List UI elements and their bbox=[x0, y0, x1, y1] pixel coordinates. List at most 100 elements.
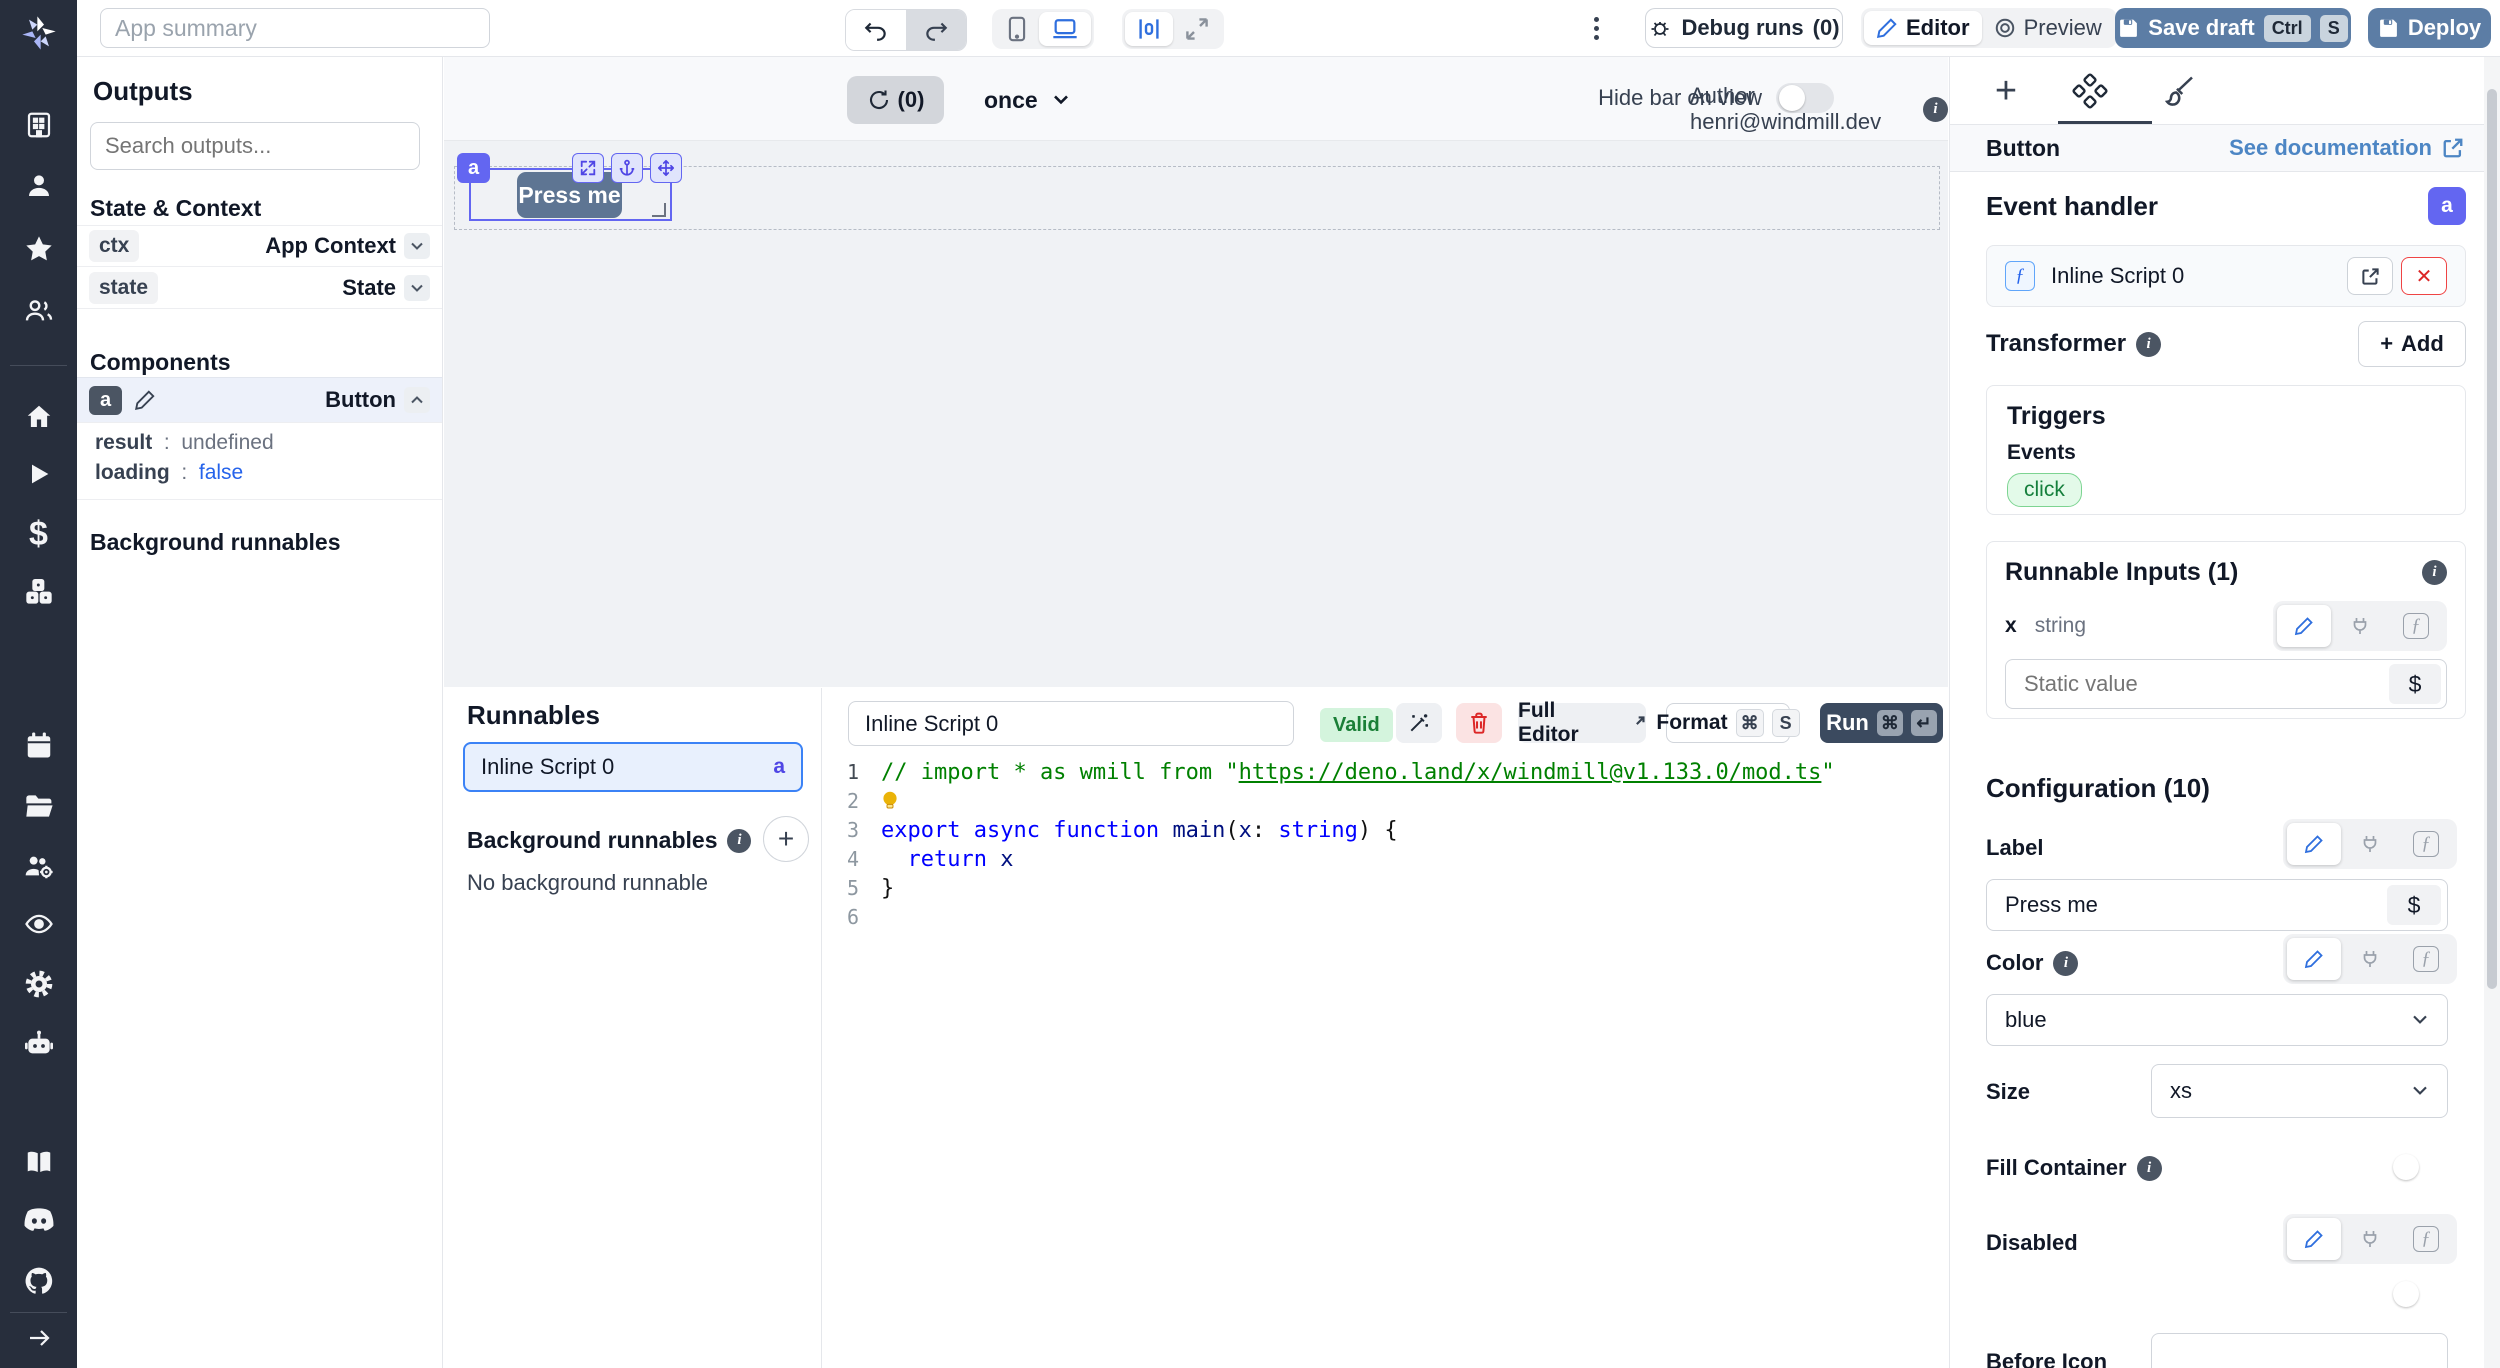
add-background-runnable-button[interactable]: + bbox=[763, 816, 809, 862]
github-icon[interactable] bbox=[0, 1265, 77, 1297]
schedules-calendar-icon[interactable] bbox=[0, 730, 77, 760]
user-icon[interactable] bbox=[0, 171, 77, 201]
move-component-icon[interactable] bbox=[650, 153, 682, 183]
static-value-field[interactable]: $ bbox=[2005, 659, 2447, 709]
inspector-scrollbar-thumb[interactable] bbox=[2487, 89, 2497, 989]
label-field[interactable]: $ bbox=[1986, 879, 2448, 931]
center-align-button[interactable] bbox=[1125, 12, 1173, 46]
expand-component-icon[interactable] bbox=[572, 153, 604, 183]
output-row-state[interactable]: state State bbox=[77, 267, 442, 309]
static-mode-pencil-icon[interactable] bbox=[2287, 938, 2341, 980]
tab-theme-brush-icon[interactable] bbox=[2162, 73, 2198, 109]
docs-book-icon[interactable] bbox=[0, 1147, 77, 1177]
members-icon[interactable] bbox=[0, 295, 77, 327]
code-editor[interactable]: 1// import * as wmill from "https://deno… bbox=[823, 758, 1948, 1368]
add-transformer-button[interactable]: +Add bbox=[2358, 321, 2466, 367]
info-icon[interactable]: i bbox=[2136, 332, 2161, 357]
chevron-up-icon[interactable] bbox=[404, 387, 430, 413]
press-me-button[interactable]: Press me bbox=[517, 172, 622, 218]
undo-button[interactable] bbox=[846, 10, 906, 50]
run-button[interactable]: Run ⌘ ↵ bbox=[1820, 703, 1943, 743]
fullscreen-button[interactable] bbox=[1173, 12, 1221, 46]
connect-mode-plug-icon[interactable] bbox=[2333, 605, 2387, 647]
event-script-row[interactable]: ƒ Inline Script 0 ✕ bbox=[1986, 245, 2466, 307]
runnable-item-inline-script-0[interactable]: Inline Script 0 a bbox=[463, 742, 803, 792]
code-line[interactable]: 6 bbox=[823, 903, 1948, 932]
dollar-template-button[interactable]: $ bbox=[2389, 664, 2441, 704]
connect-mode-plug-icon[interactable] bbox=[2343, 938, 2397, 980]
info-icon[interactable]: i bbox=[727, 829, 751, 853]
app-summary-input[interactable] bbox=[100, 8, 490, 48]
eval-mode-fx-icon[interactable]: ƒ bbox=[2389, 605, 2443, 647]
component-row-a[interactable]: a Button bbox=[77, 377, 442, 423]
info-icon[interactable]: i bbox=[2137, 1156, 2162, 1181]
code-line[interactable]: 2 bbox=[823, 787, 1948, 816]
eval-mode-fx-icon[interactable]: ƒ bbox=[2399, 823, 2453, 865]
chevron-down-icon[interactable] bbox=[404, 233, 430, 259]
schedule-dropdown[interactable]: once bbox=[984, 76, 1070, 124]
save-draft-button[interactable]: Save draft Ctrl S bbox=[2115, 8, 2351, 48]
format-button[interactable]: Format ⌘ S bbox=[1666, 703, 1790, 743]
see-documentation-link[interactable]: See documentation bbox=[2229, 135, 2464, 161]
resources-cubes-icon[interactable] bbox=[0, 575, 77, 607]
info-icon[interactable]: i bbox=[2422, 560, 2447, 585]
static-value-input[interactable] bbox=[2022, 670, 2389, 698]
search-outputs-input[interactable] bbox=[90, 122, 420, 170]
full-editor-button[interactable]: Full Editor bbox=[1518, 703, 1646, 743]
workspace-icon[interactable] bbox=[0, 110, 77, 140]
discord-icon[interactable] bbox=[0, 1207, 77, 1235]
chevron-down-icon[interactable] bbox=[404, 275, 430, 301]
inspector-scrollbar-track[interactable] bbox=[2484, 57, 2500, 1368]
eval-mode-fx-icon[interactable]: ƒ bbox=[2399, 938, 2453, 980]
connect-mode-plug-icon[interactable] bbox=[2343, 1218, 2397, 1260]
tab-insert-plus[interactable]: + bbox=[1986, 65, 2026, 117]
ai-wand-button[interactable] bbox=[1396, 703, 1442, 743]
lightbulb-icon[interactable] bbox=[881, 790, 899, 814]
tab-editor[interactable]: Editor bbox=[1864, 11, 1982, 45]
color-select[interactable]: blue bbox=[1986, 994, 2448, 1046]
settings-gear-icon[interactable] bbox=[0, 968, 77, 1000]
windmill-logo-icon[interactable] bbox=[0, 12, 77, 54]
mobile-view-button[interactable] bbox=[995, 12, 1039, 46]
collapse-arrow-icon[interactable] bbox=[0, 1326, 77, 1350]
debug-runs-button[interactable]: Debug runs (0) bbox=[1645, 8, 1843, 48]
app-canvas[interactable]: a Press me bbox=[444, 141, 1948, 687]
home-icon[interactable] bbox=[0, 402, 77, 432]
favorites-star-icon[interactable] bbox=[0, 233, 77, 265]
code-line[interactable]: 1// import * as wmill from "https://deno… bbox=[823, 758, 1948, 787]
script-name-input[interactable] bbox=[848, 701, 1294, 746]
size-select[interactable]: xs bbox=[2151, 1064, 2448, 1118]
static-mode-pencil-icon[interactable] bbox=[2287, 1218, 2341, 1260]
info-icon[interactable]: i bbox=[1923, 97, 1948, 122]
output-row-ctx[interactable]: ctx App Context bbox=[77, 225, 442, 267]
desktop-view-button[interactable] bbox=[1039, 12, 1091, 46]
edit-pencil-icon[interactable] bbox=[134, 389, 156, 411]
refresh-button[interactable]: (0) bbox=[847, 76, 944, 124]
folders-icon[interactable] bbox=[0, 790, 77, 822]
connect-mode-plug-icon[interactable] bbox=[2343, 823, 2397, 865]
tab-preview[interactable]: Preview bbox=[1982, 11, 2114, 45]
code-line[interactable]: 5} bbox=[823, 874, 1948, 903]
label-input[interactable] bbox=[2003, 891, 2387, 919]
more-menu-kebab[interactable] bbox=[1590, 13, 1603, 44]
anchor-icon[interactable] bbox=[611, 153, 643, 183]
static-mode-pencil-icon[interactable] bbox=[2287, 823, 2341, 865]
variables-dollar-icon[interactable]: $ bbox=[0, 515, 77, 554]
code-line[interactable]: 3export async function main(x: string) { bbox=[823, 816, 1948, 845]
tab-components-icon[interactable] bbox=[2072, 73, 2108, 109]
redo-button[interactable] bbox=[906, 10, 966, 50]
ai-robot-icon[interactable] bbox=[0, 1028, 77, 1060]
info-icon[interactable]: i bbox=[2053, 951, 2078, 976]
delete-script-button[interactable] bbox=[1456, 703, 1502, 743]
dollar-template-button[interactable]: $ bbox=[2387, 885, 2441, 925]
open-script-button[interactable] bbox=[2347, 257, 2393, 295]
runs-play-icon[interactable] bbox=[0, 460, 77, 488]
deploy-button[interactable]: Deploy bbox=[2368, 8, 2491, 48]
eval-mode-fx-icon[interactable]: ƒ bbox=[2399, 1218, 2453, 1260]
code-line[interactable]: 4 return x bbox=[823, 845, 1948, 874]
before-icon-select[interactable] bbox=[2151, 1333, 2448, 1368]
static-mode-pencil-icon[interactable] bbox=[2277, 605, 2331, 647]
audit-eye-icon[interactable] bbox=[0, 909, 77, 939]
remove-script-button[interactable]: ✕ bbox=[2401, 257, 2447, 295]
groups-gear-icon[interactable] bbox=[0, 850, 77, 882]
